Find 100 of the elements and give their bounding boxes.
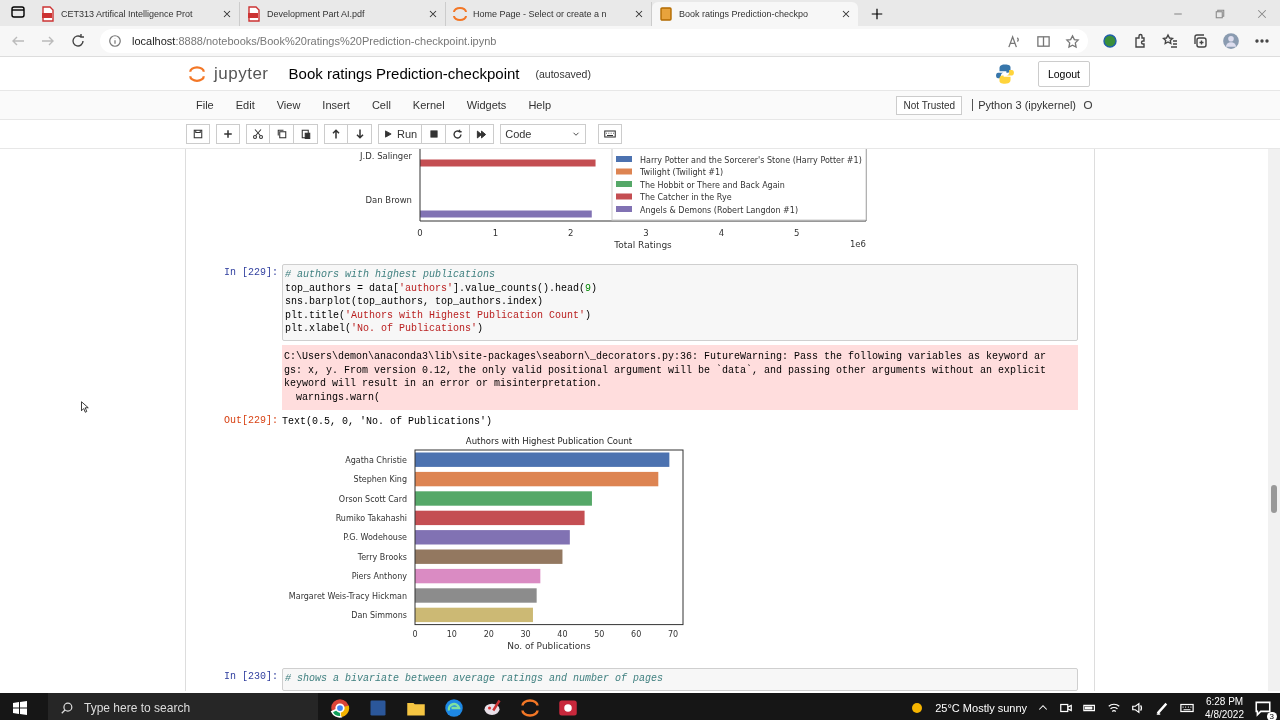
- tab-title: Development Part AI.pdf: [267, 9, 366, 19]
- pen-icon[interactable]: [1155, 701, 1170, 715]
- tick-label: 50: [594, 629, 605, 639]
- axis-title: No. of Publications: [507, 640, 591, 651]
- stop-button[interactable]: [422, 124, 447, 144]
- paste-icon: [299, 128, 312, 140]
- output-text: Text(0.5, 0, 'No. of Publications'): [282, 415, 493, 429]
- tab-title: CET313 Artifical Intelligence Prot: [61, 9, 194, 19]
- plus-icon: [222, 128, 234, 140]
- collections-icon[interactable]: [1192, 33, 1208, 49]
- tick-label: 0: [412, 629, 418, 639]
- close-icon[interactable]: [840, 8, 852, 20]
- axis-label: J.D. Salinger: [360, 151, 412, 161]
- tick-label: 3: [643, 228, 649, 238]
- search-placeholder: Type here to search: [84, 701, 191, 715]
- logo-text[interactable]: jupyter: [214, 63, 269, 84]
- tab-actions-icon[interactable]: [10, 4, 26, 20]
- axis-title: Total Ratings: [614, 240, 672, 250]
- chrome-icon[interactable]: [330, 698, 350, 718]
- clock[interactable]: 6:28 PM 4/8/2022: [1205, 695, 1244, 720]
- reload-icon[interactable]: [70, 33, 86, 49]
- copy-button[interactable]: [270, 124, 294, 144]
- cell-type-dropdown[interactable]: Code: [500, 124, 587, 144]
- jupyter-logo-icon[interactable]: [520, 698, 540, 718]
- browser-tab[interactable]: Book ratings Prediction-checkpo: [652, 2, 858, 26]
- tick-label: 2: [567, 228, 574, 238]
- globe-icon[interactable]: [1102, 33, 1118, 49]
- keyboard-icon[interactable]: [1179, 701, 1196, 715]
- close-icon[interactable]: [633, 8, 645, 20]
- reader-icon[interactable]: [1036, 33, 1051, 49]
- book-icon: [658, 6, 674, 22]
- address-bar[interactable]: localhost:8888/notebooks/Book%20ratings%20Prediction-checkpoint.ipynb: [100, 29, 1088, 53]
- menu-item[interactable]: Insert: [314, 99, 364, 111]
- move-down-button[interactable]: [348, 124, 372, 144]
- cut-button[interactable]: [246, 124, 270, 144]
- close-icon[interactable]: [427, 8, 439, 20]
- code-cell[interactable]: # shows a bivariate between average ratings and number of pages: [282, 667, 1078, 691]
- run-button[interactable]: Run: [378, 124, 423, 144]
- tick-label: 30: [520, 629, 531, 639]
- wifi-icon[interactable]: [1107, 701, 1122, 715]
- paste-button[interactable]: [294, 124, 318, 144]
- cell-prompt: In [229]:: [223, 266, 279, 278]
- axis-label: Terry Brooks: [357, 552, 407, 562]
- screen-recorder-icon[interactable]: [558, 698, 578, 718]
- weather-text[interactable]: 25°C Mostly sunny: [935, 702, 1028, 714]
- notebook-title[interactable]: Book ratings Prediction-checkpoint: [288, 65, 520, 82]
- edge-icon[interactable]: [444, 698, 464, 718]
- profile-avatar-icon[interactable]: [1222, 32, 1240, 50]
- jupyter-logo-icon[interactable]: [188, 63, 206, 84]
- run-all-button[interactable]: [470, 124, 495, 144]
- menu-item[interactable]: View: [268, 99, 315, 111]
- menu-item[interactable]: Help: [520, 99, 565, 111]
- add-favorite-icon[interactable]: [1065, 33, 1080, 49]
- close-icon[interactable]: [221, 8, 233, 20]
- menu-item[interactable]: Kernel: [404, 99, 459, 111]
- meet-now-icon[interactable]: [1059, 701, 1074, 715]
- scrollbar[interactable]: [1268, 149, 1280, 691]
- fast-forward-icon: [476, 128, 488, 140]
- menu-item[interactable]: Edit: [227, 99, 269, 111]
- windows-start-icon[interactable]: [12, 700, 28, 716]
- insert-cell-button[interactable]: [216, 124, 240, 144]
- python-logo-icon: [993, 62, 1016, 85]
- menu-item[interactable]: Cell: [363, 99, 405, 111]
- info-icon[interactable]: [108, 34, 122, 48]
- cell-prompt: In [230]:: [223, 669, 279, 682]
- legend-label: The Hobbit or There and Back Again: [640, 180, 785, 190]
- move-up-button[interactable]: [324, 124, 348, 144]
- kernel-status-icon: [1082, 99, 1094, 111]
- save-button[interactable]: [186, 124, 210, 144]
- shortcuts-button[interactable]: [598, 124, 623, 144]
- restart-button[interactable]: [446, 124, 471, 144]
- extensions-icon[interactable]: [1132, 33, 1148, 49]
- notification-icon[interactable]: [1254, 699, 1272, 717]
- keyboard-icon: [603, 128, 618, 140]
- notification-count: 3: [1266, 712, 1277, 720]
- word-icon[interactable]: [368, 698, 388, 718]
- favorites-icon[interactable]: [1162, 33, 1178, 49]
- cell-prompt: Out[229]:: [223, 414, 279, 427]
- code-cell[interactable]: # authors with highest publications top_authors = data['authors'].value_counts().head(9) sns.barplot(top_authors, top_authors.index) plt.title('Authors with Highest Publication Count') plt.xlabel('No. of Publications'): [282, 264, 1078, 341]
- menu-item[interactable]: Widgets: [458, 99, 521, 111]
- pdf-icon: [246, 6, 262, 22]
- restore-icon[interactable]: [1214, 8, 1226, 20]
- paint-app-icon[interactable]: [482, 698, 502, 718]
- search-icon: [60, 701, 74, 715]
- axis-label: Margaret Weis-Tracy Hickman: [288, 591, 407, 601]
- axis-label: Piers Anthony: [351, 572, 407, 582]
- kernel-name[interactable]: Python 3 (ipykernel): [972, 99, 1076, 111]
- tick-label: 0: [417, 228, 423, 238]
- trust-button[interactable]: Not Trusted: [896, 95, 963, 115]
- tick-label: 70: [667, 629, 679, 639]
- play-icon: [383, 129, 393, 139]
- menu-item[interactable]: File: [188, 99, 228, 111]
- read-aloud-icon[interactable]: [1007, 33, 1022, 49]
- warning-output: C:\Users\demon\anaconda3\lib\site-packages\seaborn\_decorators.py:36: FutureWarning: Pass the following variables as keyword ar gs: x, y. From version 0.12, the only valid positional argument will be `data`, and passing other arguments without an explicit keyword will result in an error or misinterpretation. warnings.warn(: [282, 344, 1078, 411]
- logout-button[interactable]: Logout: [1037, 60, 1090, 87]
- axis-label: Stephen King: [353, 475, 407, 485]
- pdf-icon: [40, 6, 56, 22]
- taskbar-search-field[interactable]: Type here to search: [48, 693, 318, 720]
- new-tab-icon[interactable]: [870, 7, 884, 21]
- jupyter-logo-icon: [452, 6, 468, 22]
